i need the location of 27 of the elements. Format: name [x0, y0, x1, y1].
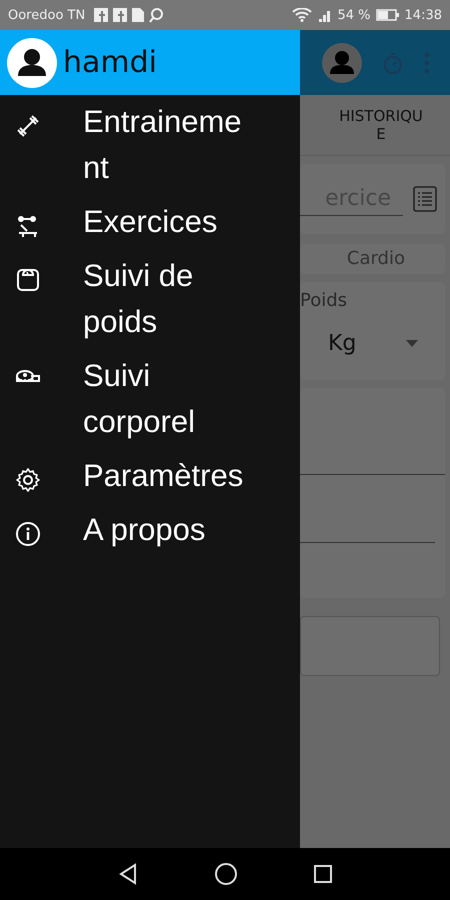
- menu-item[interactable]: A propos: [0, 507, 300, 561]
- menu-item[interactable]: Suivi de poids: [0, 253, 300, 353]
- unit-dropdown[interactable]: Kg: [328, 331, 356, 356]
- caret-icon: [406, 340, 418, 348]
- settings-icon: [15, 467, 41, 493]
- user-name: hamdi: [63, 45, 157, 80]
- carrier-name: Ooredoo TN: [8, 8, 86, 22]
- weight-label: Poids: [300, 290, 348, 311]
- menu-item[interactable]: Paramètres: [0, 453, 300, 507]
- battery-icon: [376, 9, 400, 21]
- wifi-icon: [292, 8, 312, 22]
- recents-icon[interactable]: [312, 864, 333, 884]
- scale-icon: [15, 267, 41, 293]
- info-icon: [15, 521, 41, 547]
- menu-item[interactable]: Entrainement: [0, 99, 300, 199]
- sd-card-icon: [132, 8, 144, 22]
- avatar-icon[interactable]: [322, 42, 362, 82]
- clock: 14:38: [404, 8, 442, 22]
- input-field[interactable]: [300, 616, 440, 676]
- signal-icon: [316, 8, 332, 22]
- list-icon[interactable]: [413, 186, 437, 212]
- battery-level: 54 %: [338, 8, 371, 22]
- menu-item[interactable]: Suivi corporel: [0, 353, 300, 453]
- menu-item[interactable]: Exercices: [0, 199, 300, 253]
- avatar-icon: [7, 38, 57, 88]
- barbell-icon: [15, 113, 41, 139]
- home-icon[interactable]: [214, 862, 238, 886]
